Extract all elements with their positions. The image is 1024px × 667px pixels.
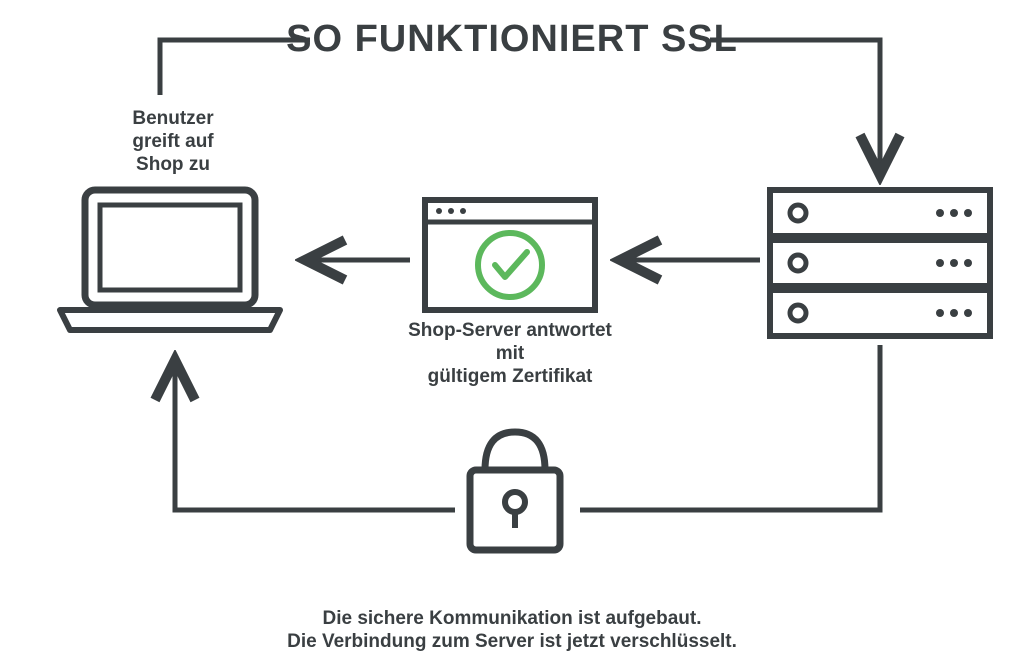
- laptop-icon: [60, 190, 280, 330]
- checkmark-icon: [478, 233, 542, 297]
- lock-icon: [470, 432, 560, 550]
- bottom-connector: [175, 345, 880, 510]
- server-icon: [770, 190, 990, 336]
- top-connector: [160, 40, 880, 175]
- browser-icon: [425, 200, 595, 310]
- ssl-diagram: [0, 0, 1024, 667]
